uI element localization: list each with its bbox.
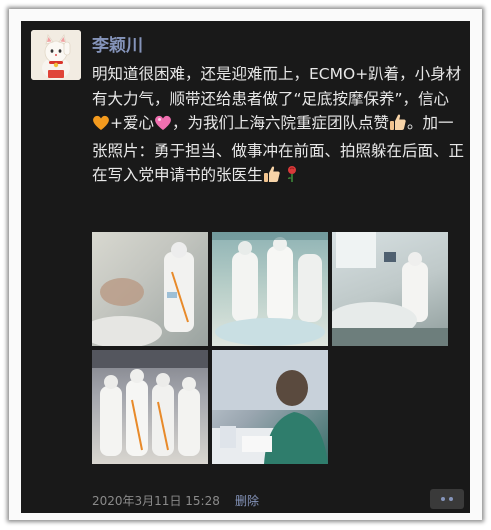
photo-1[interactable] — [92, 232, 208, 346]
more-actions-button[interactable] — [430, 489, 464, 509]
orange-heart-icon — [92, 114, 110, 139]
dot-icon — [441, 497, 445, 501]
rose-icon — [285, 165, 299, 191]
post-author-name[interactable]: 李颖川 — [92, 31, 143, 56]
post-text-part-2: +爱心 — [110, 114, 154, 132]
post-timestamp: 2020年3月11日 15:28 — [92, 494, 220, 508]
thumbs-up-icon — [389, 113, 407, 139]
post-body-text: 明知道很困难，还是迎难而上，ECMO+趴着，小身材有大力气，顺带还给患者做了“足… — [92, 62, 466, 191]
photo-2[interactable] — [212, 232, 328, 346]
photo-grid — [92, 232, 452, 464]
delete-link[interactable]: 删除 — [235, 492, 259, 509]
post-text-part-3: ，为我们上海六院重症团队点赞 — [172, 114, 390, 132]
thumbs-up-icon — [263, 165, 281, 191]
avatar[interactable] — [31, 30, 81, 80]
photo-5[interactable] — [212, 350, 328, 464]
dot-icon — [449, 497, 453, 501]
pink-heart-icon — [154, 114, 172, 139]
post-text-part-1: 明知道很困难，还是迎难而上，ECMO+趴着，小身材有大力气，顺带还给患者做了“足… — [92, 65, 462, 108]
photo-4[interactable] — [92, 350, 208, 464]
lucky-cat-icon — [31, 30, 81, 80]
photo-3[interactable] — [332, 232, 448, 346]
